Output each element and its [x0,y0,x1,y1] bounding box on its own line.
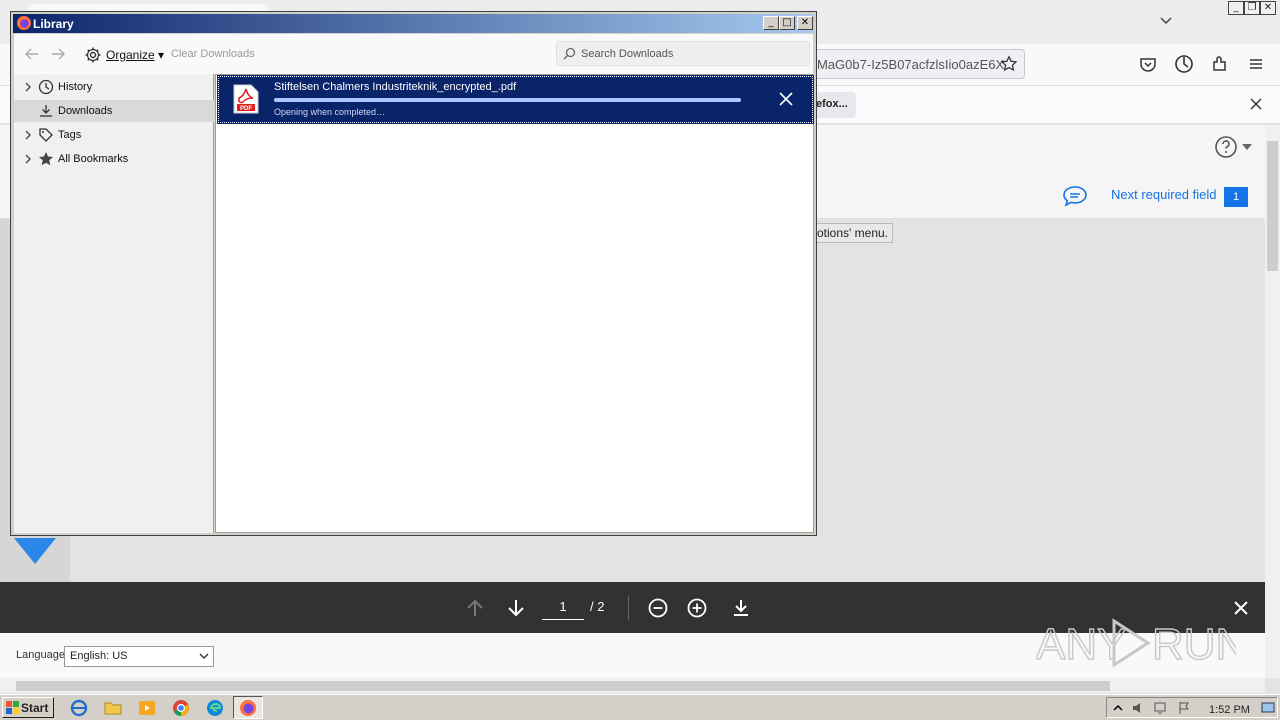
forward-arrow-icon[interactable] [50,46,66,62]
download-icon[interactable] [729,596,753,620]
start-button[interactable]: Start [2,697,54,718]
clock: 1:52 PM [1209,704,1250,716]
horizontal-scrollbar[interactable] [0,678,1265,693]
clear-downloads-button[interactable]: Clear Downloads [171,48,255,60]
windows-logo-icon [6,701,19,714]
chevron-right-icon[interactable] [24,130,32,140]
download-icon [40,105,52,117]
chevron-right-icon[interactable] [24,82,32,92]
chevron-down-icon[interactable] [1158,12,1174,28]
search-icon [563,47,576,60]
minimize-button[interactable]: _ [763,16,779,30]
language-select[interactable]: English: US [64,646,214,667]
chrome-icon[interactable] [172,699,190,717]
close-icon[interactable] [1248,96,1264,112]
back-arrow-icon[interactable] [24,46,40,62]
language-bar: Language English: US ANY RUN [0,618,1265,678]
comment-icon[interactable] [1062,185,1088,207]
system-tray: 1:52 PM [1106,697,1278,718]
library-titlebar[interactable]: Library _ □ ✕ [13,14,814,33]
library-toolbar: Organize ▾ Clear Downloads Search Downlo… [14,34,813,74]
download-status: Opening when completed… [274,107,386,117]
maximize-button[interactable]: □ [779,16,795,30]
downloads-list: PDF Stiftelsen Chalmers Industriteknik_e… [215,74,814,533]
internet-explorer-icon[interactable] [70,699,88,717]
close-button[interactable]: ✕ [1260,1,1276,15]
firefox-icon [240,700,256,716]
sidebar-item-label: Tags [58,129,82,141]
tooltip: otions' menu. [812,223,893,243]
sidebar-item-downloads[interactable]: Downloads [14,100,214,122]
download-item[interactable]: PDF Stiftelsen Chalmers Industriteknik_e… [217,75,814,124]
star-icon [39,152,53,166]
search-placeholder: Search Downloads [581,48,674,60]
help-icon[interactable] [1214,135,1238,159]
tag-icon [39,128,53,142]
bookmark-star-icon[interactable] [1000,55,1018,73]
speaker-icon[interactable] [1131,701,1145,715]
next-required-field-button[interactable]: Next required field [1111,187,1217,202]
flag-icon[interactable] [1177,701,1191,715]
sidebar-item-label: All Bookmarks [58,153,129,165]
arrow-up-icon[interactable] [463,596,487,620]
organize-label: Organize [106,48,155,62]
language-value: English: US [70,650,128,662]
organize-button[interactable]: Organize ▾ [84,44,164,66]
edge-icon[interactable] [206,699,224,717]
zoom-out-icon[interactable] [646,596,670,620]
search-downloads-input[interactable]: Search Downloads [556,41,810,66]
account-icon[interactable] [1174,54,1194,74]
close-button[interactable]: ✕ [797,16,813,30]
taskbar-firefox-button[interactable] [233,696,263,719]
library-sidebar: History Downloads Tags All Bookmarks [14,74,214,533]
network-icon[interactable] [1153,701,1167,715]
caret-down-icon[interactable] [1242,143,1252,151]
page-total: / 2 [590,599,605,614]
chevron-down-icon[interactable] [14,538,56,566]
minimize-button[interactable]: _ [1228,1,1244,15]
clock-icon [38,79,54,95]
show-desktop-icon[interactable] [1261,701,1275,715]
svg-text:PDF: PDF [240,106,252,112]
extensions-icon[interactable] [1210,54,1230,74]
sidebar-item-label: History [58,81,93,93]
download-filename: Stiftelsen Chalmers Industriteknik_encry… [274,81,517,93]
address-bar[interactable]: MaG0b7-Iz5B07acfzlsIio0azE6X [810,49,1025,79]
page-number-input[interactable]: 1 [542,594,584,620]
chevron-down-icon [199,653,209,659]
library-title: Library [33,17,74,31]
library-window: Library _ □ ✕ Organize ▾ Clear Downloads… [10,11,817,536]
download-progress-bar [274,98,741,102]
vertical-scrollbar[interactable] [1265,125,1280,678]
sidebar-item-all-bookmarks[interactable]: All Bookmarks [14,148,214,170]
divider [628,596,629,620]
taskbar: Start 1:52 PM [0,694,1280,720]
media-player-icon[interactable] [138,699,156,717]
arrow-down-icon[interactable] [504,596,528,620]
start-label: Start [21,701,49,715]
folder-icon[interactable] [104,699,122,717]
language-label: Language [16,649,65,661]
required-count-badge: 1 [1224,187,1248,207]
menu-icon[interactable] [1246,54,1266,74]
sidebar-item-tags[interactable]: Tags [14,124,214,146]
chevron-up-icon[interactable] [1111,701,1125,715]
sidebar-item-label: Downloads [58,105,113,117]
anyrun-logo: ANY RUN [1036,618,1236,670]
zoom-in-icon[interactable] [685,596,709,620]
sidebar-item-history[interactable]: History [14,76,214,98]
watermark-text-right: RUN [1152,620,1236,669]
gear-icon [85,47,101,63]
pdf-file-icon: PDF [233,84,259,114]
cancel-icon[interactable] [778,91,794,107]
chevron-right-icon[interactable] [24,154,32,164]
firefox-icon [17,16,31,30]
restore-button[interactable]: ❐ [1244,1,1260,15]
pocket-icon[interactable] [1138,54,1158,74]
